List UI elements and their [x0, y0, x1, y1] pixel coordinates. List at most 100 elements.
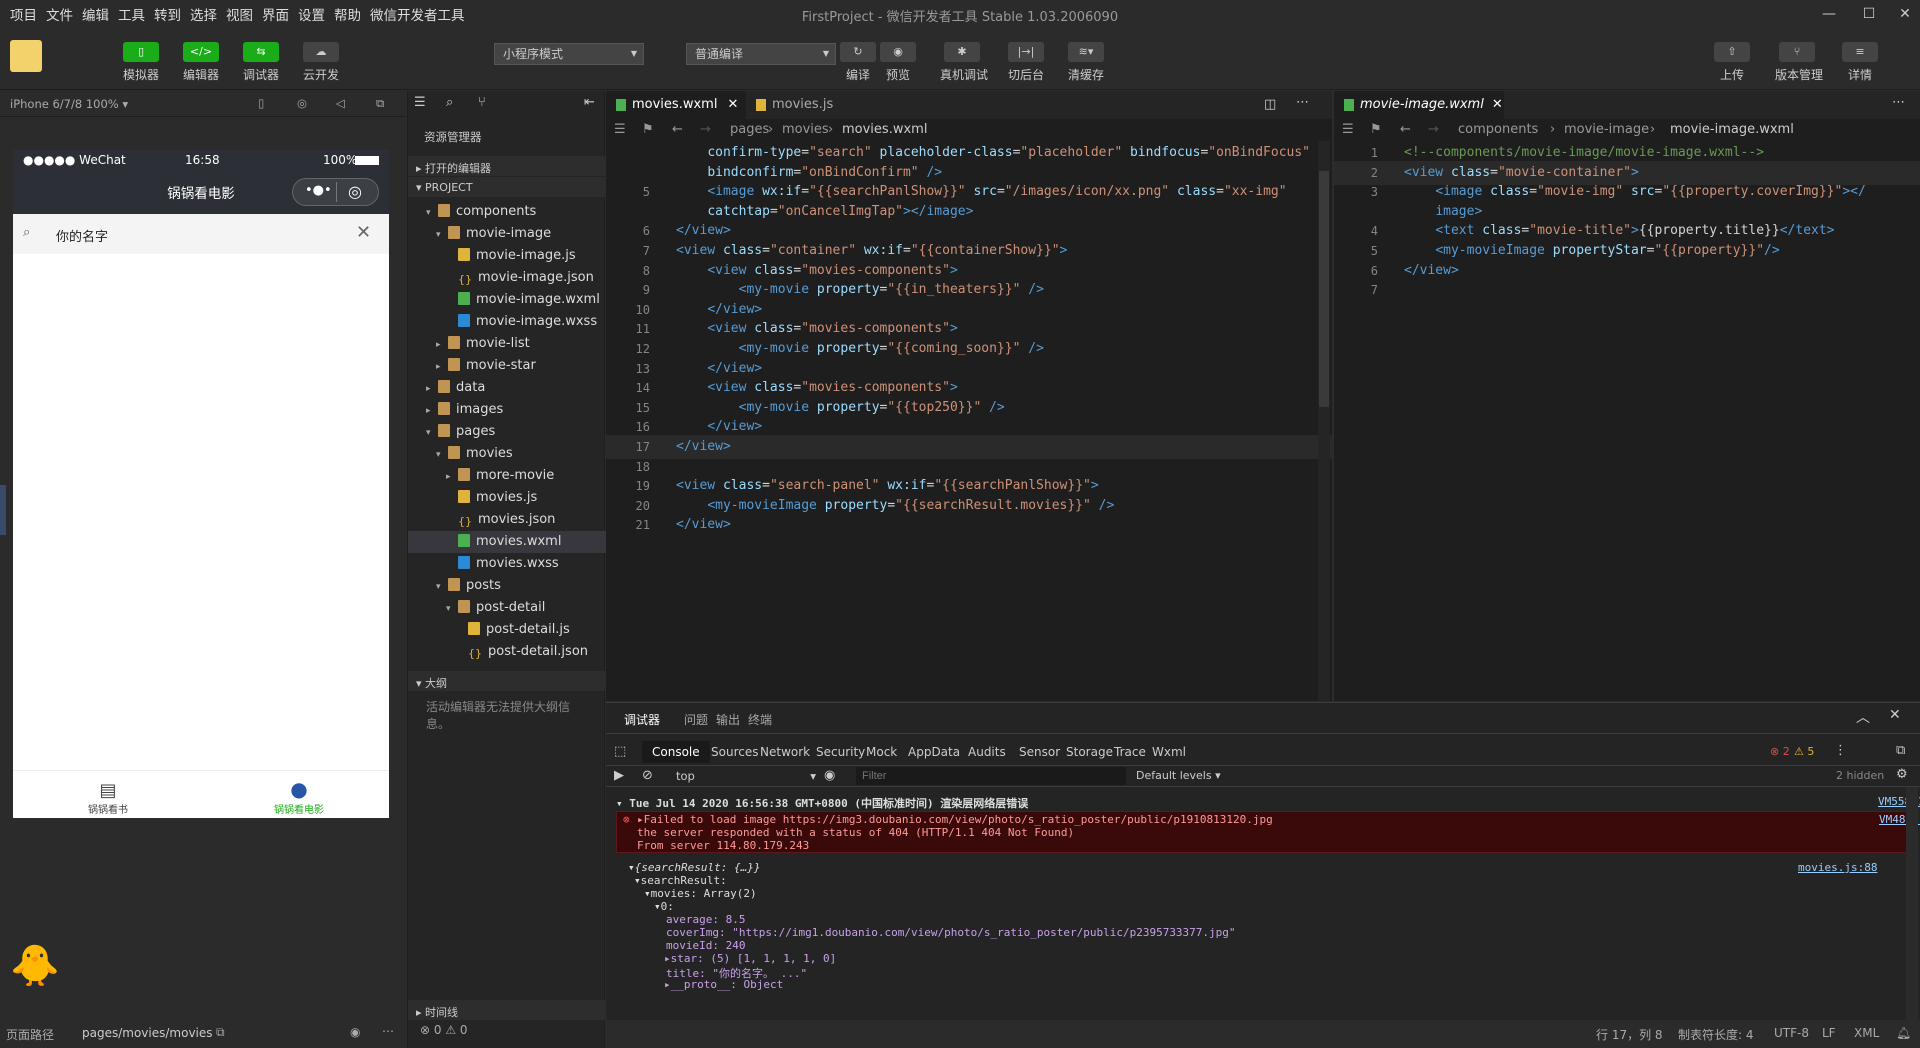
- collapse-icon[interactable]: ⇤: [584, 95, 595, 110]
- version-button[interactable]: ⑂ 版本管理: [1775, 42, 1823, 83]
- tree-folder[interactable]: ▾ posts: [408, 575, 606, 597]
- tree-node[interactable]: coverImg: "https://img1.doubanio.com/vie…: [666, 926, 1236, 939]
- tree-folder[interactable]: ▸ movie-star: [408, 355, 606, 377]
- clear-cache-button[interactable]: ≋▾ 清缓存: [1064, 42, 1108, 83]
- tree-file[interactable]: {} movie-image.json: [408, 267, 606, 289]
- device-select[interactable]: iPhone 6/7/8 100% ▾: [10, 97, 128, 111]
- project-section[interactable]: ▾ PROJECT: [408, 177, 606, 197]
- remote-debug-button[interactable]: ✱ 真机调试: [940, 42, 988, 83]
- menu-item[interactable]: 项目: [10, 4, 37, 24]
- bookmark-icon[interactable]: ⚑: [642, 119, 654, 141]
- menu-item[interactable]: 界面: [262, 4, 289, 24]
- tab-books[interactable]: ▤ 锅锅看书: [63, 780, 153, 816]
- menu-item[interactable]: 编辑: [82, 4, 109, 24]
- tree-file[interactable]: movies.js: [408, 487, 606, 509]
- devtools-tab[interactable]: Wxml: [1142, 741, 1196, 763]
- tree-folder[interactable]: ▾ pages: [408, 421, 606, 443]
- list-icon[interactable]: ☰: [614, 119, 626, 141]
- tree-file[interactable]: post-detail.js: [408, 619, 606, 641]
- more-icon[interactable]: ⋯: [382, 1024, 394, 1038]
- context-select[interactable]: top ▾: [676, 769, 816, 783]
- close-window-button[interactable]: ✕: [1882, 2, 1920, 26]
- levels-select[interactable]: Default levels ▾: [1136, 769, 1221, 782]
- search-icon[interactable]: ⌕: [446, 95, 453, 110]
- back-icon[interactable]: ←: [1400, 119, 1411, 141]
- tab-movies-wxml[interactable]: movies.wxml ✕: [606, 91, 746, 119]
- tree-folder[interactable]: ▸ movie-list: [408, 333, 606, 355]
- copy-icon[interactable]: ⧉: [216, 1025, 225, 1040]
- tab-movies[interactable]: ● 锅锅看电影: [254, 777, 344, 816]
- tree-node[interactable]: ▸__proto__: Object: [664, 978, 783, 991]
- tree-node[interactable]: movieId: 240: [666, 939, 745, 952]
- device-icon[interactable]: ▯: [258, 96, 264, 110]
- project-avatar[interactable]: [10, 40, 42, 72]
- code-line[interactable]: 7: [1334, 278, 1920, 302]
- forward-icon[interactable]: →: [700, 119, 711, 141]
- source-link[interactable]: movies.js:88: [1798, 861, 1877, 874]
- menu-item[interactable]: 工具: [118, 4, 145, 24]
- code-line[interactable]: 21 </view>: [606, 513, 1332, 537]
- tree-node[interactable]: average: 8.5: [666, 913, 745, 926]
- tree-node[interactable]: ▾0:: [654, 900, 674, 913]
- menu-item[interactable]: 微信开发者工具: [370, 4, 465, 24]
- menu-item[interactable]: 转到: [154, 4, 181, 24]
- menu-item[interactable]: 文件: [46, 4, 73, 24]
- mode-select[interactable]: 小程序模式 ▼: [494, 43, 644, 65]
- list-icon[interactable]: ☰: [1342, 119, 1354, 141]
- side-handle[interactable]: [0, 485, 6, 535]
- capsule-button[interactable]: •●• ◎: [292, 178, 379, 206]
- more-icon[interactable]: ⋮: [1834, 743, 1847, 758]
- close-panel-icon[interactable]: ✕: [1889, 707, 1901, 723]
- tree-folder[interactable]: ▾ movie-image: [408, 223, 606, 245]
- debugger-button[interactable]: ⇆ 调试器: [239, 42, 283, 83]
- timeline-section[interactable]: ▸ 时间线: [408, 1000, 606, 1020]
- sidebar-toggle-icon[interactable]: ▶: [614, 768, 624, 783]
- compile-mode-select[interactable]: 普通编译 ▼: [686, 43, 836, 65]
- tree-folder[interactable]: ▸ images: [408, 399, 606, 421]
- simulator-button[interactable]: ▯ 模拟器: [119, 42, 163, 83]
- filter-input[interactable]: [856, 767, 1126, 785]
- panel-tab[interactable]: 问题: [684, 711, 708, 728]
- devtools-tab[interactable]: Audits: [958, 741, 1016, 763]
- chevron-up-icon[interactable]: ︿: [1856, 707, 1870, 727]
- details-button[interactable]: ≡ 详情: [1838, 42, 1882, 83]
- editor-button[interactable]: </> 编辑器: [179, 42, 223, 83]
- tree-file[interactable]: movie-image.wxml: [408, 289, 606, 311]
- panel-tab[interactable]: 终端: [748, 711, 772, 728]
- tree-folder[interactable]: ▾ post-detail: [408, 597, 606, 619]
- outline-section[interactable]: ▾ 大纲: [408, 671, 606, 691]
- warning-count[interactable]: ⚠ 5: [1794, 745, 1814, 758]
- cloud-button[interactable]: ☁ 云开发: [299, 42, 343, 83]
- tree-file[interactable]: {} movies.json: [408, 509, 606, 531]
- more-icon[interactable]: ⋯: [1892, 95, 1905, 110]
- undock-icon[interactable]: ⧉: [1896, 743, 1905, 758]
- bell-icon[interactable]: 🔔︎: [1896, 1026, 1911, 1040]
- branch-icon[interactable]: ⑂: [478, 95, 486, 110]
- gear-icon[interactable]: ⚙: [1896, 767, 1908, 782]
- forward-icon[interactable]: →: [1428, 119, 1439, 141]
- tree-folder[interactable]: ▸ data: [408, 377, 606, 399]
- more-icon[interactable]: •●•: [305, 183, 332, 198]
- menu-item[interactable]: 视图: [226, 4, 253, 24]
- tree-folder[interactable]: ▾ components: [408, 201, 606, 223]
- tree-node[interactable]: ▸star: (5) [1, 1, 1, 1, 0]: [664, 952, 836, 965]
- tree-file[interactable]: movies.wxml: [408, 531, 606, 553]
- tab-movies-js[interactable]: movies.js: [746, 91, 856, 119]
- menu-item[interactable]: 选择: [190, 4, 217, 24]
- tab-movie-image-wxml[interactable]: movie-image.wxml ✕: [1334, 91, 1504, 119]
- tree-folder[interactable]: ▾ movies: [408, 443, 606, 465]
- eye-icon[interactable]: ◉: [824, 768, 835, 783]
- search-input[interactable]: 你的名字: [56, 226, 108, 245]
- console-object[interactable]: ▾{searchResult: {…}}: [628, 861, 760, 874]
- tree-node[interactable]: ▾movies: Array(2): [644, 887, 757, 900]
- tree-file[interactable]: movie-image.js: [408, 245, 606, 267]
- window-icon[interactable]: ⧉: [376, 96, 384, 111]
- error-count[interactable]: ⊗ 2: [1770, 745, 1790, 758]
- clear-console-icon[interactable]: ⊘: [642, 768, 653, 783]
- open-editors-section[interactable]: ▸ 打开的编辑器: [408, 156, 606, 176]
- panel-tab[interactable]: 调试器: [624, 711, 660, 728]
- scrollbar[interactable]: [1318, 141, 1330, 701]
- back-icon[interactable]: ←: [672, 119, 683, 141]
- close-target-icon[interactable]: ◎: [348, 182, 362, 201]
- menu-item[interactable]: 设置: [298, 4, 325, 24]
